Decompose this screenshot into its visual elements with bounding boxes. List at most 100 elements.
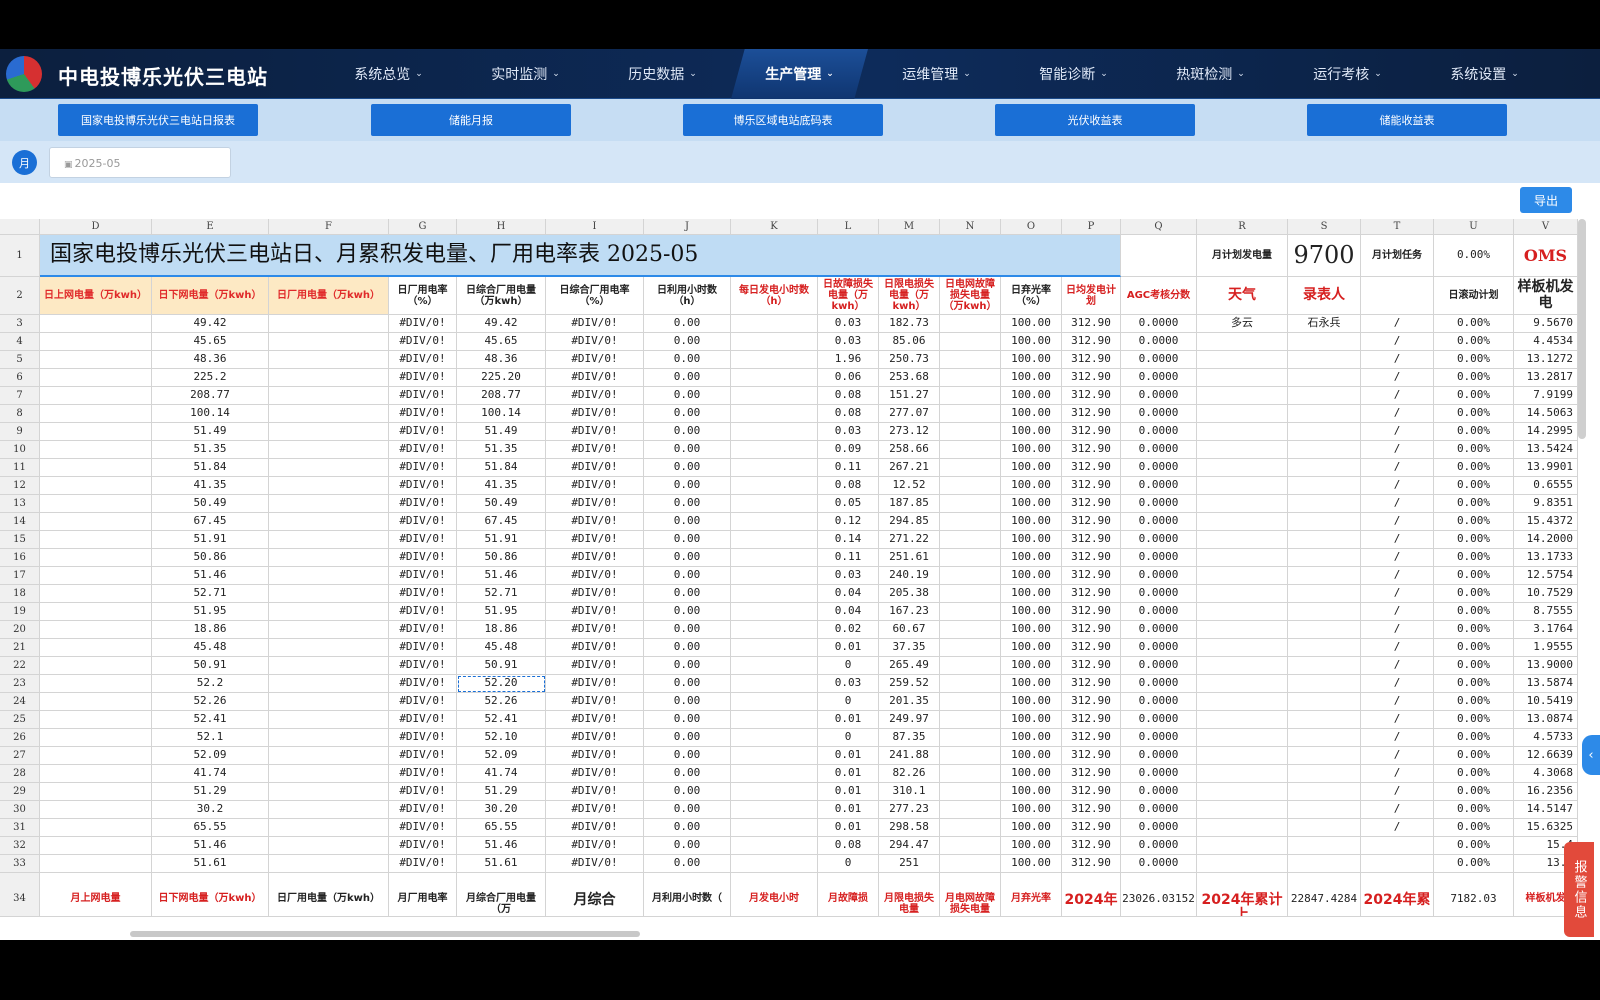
cell-L[interactable]: 0.11 [818, 549, 879, 567]
cell-O[interactable]: 100.00 [1001, 351, 1062, 369]
cell-S[interactable] [1288, 351, 1361, 369]
report-tab-2[interactable]: 博乐区域电站底码表 [683, 104, 883, 136]
cell-V[interactable]: 14.2995 [1514, 423, 1578, 441]
side-panel-toggle[interactable]: ‹ [1582, 735, 1600, 775]
row-number[interactable]: 28 [0, 765, 40, 783]
cell-N[interactable] [940, 675, 1001, 693]
cell-M[interactable]: 294.85 [879, 513, 940, 531]
cell-J[interactable]: 0.00 [644, 585, 731, 603]
cell-P[interactable]: 312.90 [1062, 333, 1121, 351]
cell-F[interactable] [269, 369, 389, 387]
cell-N[interactable] [940, 801, 1001, 819]
cell-P[interactable]: 312.90 [1062, 567, 1121, 585]
cell-O[interactable]: 100.00 [1001, 765, 1062, 783]
cell-S[interactable] [1288, 459, 1361, 477]
cell-N[interactable] [940, 603, 1001, 621]
cell-O[interactable]: 100.00 [1001, 729, 1062, 747]
footer-cell-H[interactable]: 月综合厂用电量（万 [457, 873, 546, 917]
cell-K[interactable] [731, 495, 818, 513]
cell-P[interactable]: 312.90 [1062, 855, 1121, 873]
cell-I[interactable]: #DIV/0! [546, 675, 644, 693]
cell-L[interactable]: 0.08 [818, 477, 879, 495]
nav-item-6[interactable]: 热斑检测 ⌄ [1142, 49, 1279, 99]
cell-N[interactable] [940, 657, 1001, 675]
cell-I[interactable]: #DIV/0! [546, 387, 644, 405]
cell-I[interactable]: #DIV/0! [546, 819, 644, 837]
cell-V[interactable]: 9.5670 [1514, 315, 1578, 333]
cell-G[interactable]: #DIV/0! [389, 387, 457, 405]
cell-V[interactable]: 7.9199 [1514, 387, 1578, 405]
row-number[interactable]: 21 [0, 639, 40, 657]
cell-M[interactable]: 251.61 [879, 549, 940, 567]
cell-O[interactable]: 100.00 [1001, 819, 1062, 837]
cell-O[interactable]: 100.00 [1001, 783, 1062, 801]
cell-F[interactable] [269, 729, 389, 747]
cell-F[interactable] [269, 405, 389, 423]
cell-S[interactable] [1288, 711, 1361, 729]
cell-E[interactable]: 48.36 [152, 351, 269, 369]
cell-H[interactable]: 48.36 [457, 351, 546, 369]
cell-R[interactable] [1197, 513, 1288, 531]
cell-V[interactable]: 10.7529 [1514, 585, 1578, 603]
cell-T[interactable]: / [1361, 657, 1434, 675]
column-header-F[interactable]: F [269, 219, 389, 235]
column-header-V[interactable]: V [1514, 219, 1578, 235]
cell-H[interactable]: 41.35 [457, 477, 546, 495]
cell-G[interactable]: #DIV/0! [389, 837, 457, 855]
row-number[interactable]: 26 [0, 729, 40, 747]
column-header-E[interactable]: E [152, 219, 269, 235]
header-L[interactable]: 日故障损失电量（万kwh） [818, 277, 879, 315]
cell-S[interactable] [1288, 819, 1361, 837]
row-number[interactable]: 8 [0, 405, 40, 423]
cell-L[interactable]: 0.08 [818, 387, 879, 405]
cell-P[interactable]: 312.90 [1062, 477, 1121, 495]
cell-R[interactable] [1197, 837, 1288, 855]
cell-T[interactable]: / [1361, 513, 1434, 531]
cell-P[interactable]: 312.90 [1062, 837, 1121, 855]
cell-G[interactable]: #DIV/0! [389, 495, 457, 513]
cell-I[interactable]: #DIV/0! [546, 657, 644, 675]
footer-cell-Q[interactable]: 23026.03152 [1121, 873, 1197, 917]
cell-P[interactable]: 312.90 [1062, 387, 1121, 405]
cell-T[interactable]: / [1361, 711, 1434, 729]
cell-G[interactable]: #DIV/0! [389, 585, 457, 603]
cell-I[interactable]: #DIV/0! [546, 747, 644, 765]
cell-L[interactable]: 0.06 [818, 369, 879, 387]
cell-O[interactable]: 100.00 [1001, 801, 1062, 819]
cell-U[interactable]: 0.00% [1434, 819, 1514, 837]
cell-L[interactable]: 0.11 [818, 459, 879, 477]
cell-U[interactable]: 0.00% [1434, 693, 1514, 711]
cell-Q[interactable]: 0.0000 [1121, 567, 1197, 585]
row-number[interactable]: 31 [0, 819, 40, 837]
month-date-input[interactable]: ▣ 2025-05 [49, 147, 231, 178]
cell-H[interactable]: 100.14 [457, 405, 546, 423]
cell-N[interactable] [940, 621, 1001, 639]
cell-Q[interactable]: 0.0000 [1121, 387, 1197, 405]
cell-R[interactable] [1197, 423, 1288, 441]
cell-T[interactable]: / [1361, 423, 1434, 441]
cell-D[interactable] [40, 567, 152, 585]
nav-item-5[interactable]: 智能诊断 ⌄ [1005, 49, 1142, 99]
cell-S[interactable] [1288, 765, 1361, 783]
cell-E[interactable]: 52.26 [152, 693, 269, 711]
cell-P[interactable]: 312.90 [1062, 513, 1121, 531]
cell-R[interactable] [1197, 351, 1288, 369]
cell-D[interactable] [40, 675, 152, 693]
cell-U[interactable]: 0.00% [1434, 729, 1514, 747]
cell-P[interactable]: 312.90 [1062, 369, 1121, 387]
footer-cell-F[interactable]: 日厂用电量（万kwh） [269, 873, 389, 917]
cell-I[interactable]: #DIV/0! [546, 405, 644, 423]
cell-T[interactable]: / [1361, 801, 1434, 819]
cell-J[interactable]: 0.00 [644, 315, 731, 333]
cell-Q[interactable]: 0.0000 [1121, 765, 1197, 783]
cell-L[interactable]: 0.14 [818, 531, 879, 549]
cell-Q[interactable]: 0.0000 [1121, 531, 1197, 549]
cell-M[interactable]: 37.35 [879, 639, 940, 657]
column-header-H[interactable]: H [457, 219, 546, 235]
cell-T[interactable]: / [1361, 549, 1434, 567]
cell-E[interactable]: 51.84 [152, 459, 269, 477]
cell-S[interactable] [1288, 585, 1361, 603]
cell-V[interactable]: 15.6325 [1514, 819, 1578, 837]
cell-D[interactable] [40, 387, 152, 405]
cell-R[interactable] [1197, 783, 1288, 801]
